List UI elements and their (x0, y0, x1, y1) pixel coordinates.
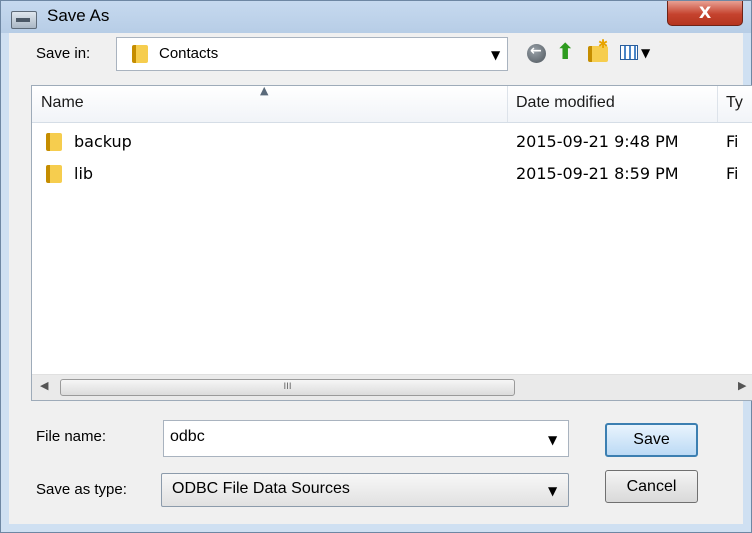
folder-icon (132, 45, 148, 63)
list-item[interactable]: lib 2015-09-21 8:59 PM Fi (32, 160, 752, 188)
column-divider[interactable] (717, 86, 718, 122)
new-folder-icon[interactable] (588, 37, 608, 62)
column-type[interactable]: Ty (726, 94, 743, 112)
horizontal-scrollbar[interactable]: ◀ III ▶ (32, 374, 752, 400)
cancel-button[interactable]: Cancel (605, 470, 698, 503)
column-header: ▲ Name Date modified Ty (32, 86, 752, 123)
save-in-label: Save in: (36, 45, 91, 62)
folder-icon (46, 165, 62, 183)
column-name[interactable]: Name (41, 94, 84, 112)
date-modified-cell: 2015-09-21 9:48 PM (516, 132, 679, 151)
file-name-cell: lib (74, 164, 94, 183)
column-divider[interactable] (507, 86, 508, 122)
list-item[interactable]: backup 2015-09-21 9:48 PM Fi (32, 128, 752, 156)
date-modified-cell: 2015-09-21 8:59 PM (516, 164, 679, 183)
file-name-cell: backup (74, 132, 132, 151)
chevron-down-icon[interactable]: ▼ (548, 433, 557, 447)
up-one-level-icon[interactable]: ⬆ (556, 40, 576, 65)
file-name-input[interactable] (168, 427, 542, 447)
type-cell: Fi (726, 164, 739, 183)
app-icon (11, 11, 37, 29)
save-as-type-dropdown[interactable]: ODBC File Data Sources ▼ (161, 473, 569, 507)
close-button[interactable]: X (667, 1, 743, 26)
file-name-label: File name: (36, 428, 107, 445)
sort-ascending-icon: ▲ (260, 85, 269, 97)
chevron-down-icon: ▼ (491, 48, 501, 62)
save-in-value: Contacts (159, 45, 219, 62)
window-title: Save As (47, 6, 110, 25)
save-as-type-label: Save as type: (36, 481, 127, 498)
file-list[interactable]: ▲ Name Date modified Ty backup 2015-09-2… (31, 85, 752, 401)
scroll-right-icon[interactable]: ▶ (738, 379, 746, 392)
views-menu-icon[interactable] (620, 45, 638, 60)
scrollbar-thumb[interactable]: III (60, 379, 515, 396)
file-name-combobox[interactable]: ▼ (163, 420, 569, 457)
save-as-dialog: Save As X Save in: Contacts ▼ ⬆ ▼ ▲ Name… (0, 0, 752, 533)
save-button[interactable]: Save (605, 423, 698, 457)
save-as-type-value: ODBC File Data Sources (172, 480, 350, 497)
save-in-dropdown[interactable]: Contacts ▼ (116, 37, 508, 71)
chevron-down-icon: ▼ (548, 484, 558, 498)
title-bar[interactable]: Save As X (1, 1, 751, 33)
type-cell: Fi (726, 132, 739, 151)
folder-icon (46, 133, 62, 151)
views-chevron-down-icon[interactable]: ▼ (641, 46, 650, 60)
column-date-modified[interactable]: Date modified (516, 94, 615, 112)
back-icon[interactable] (527, 43, 546, 63)
scroll-left-icon[interactable]: ◀ (40, 379, 48, 392)
